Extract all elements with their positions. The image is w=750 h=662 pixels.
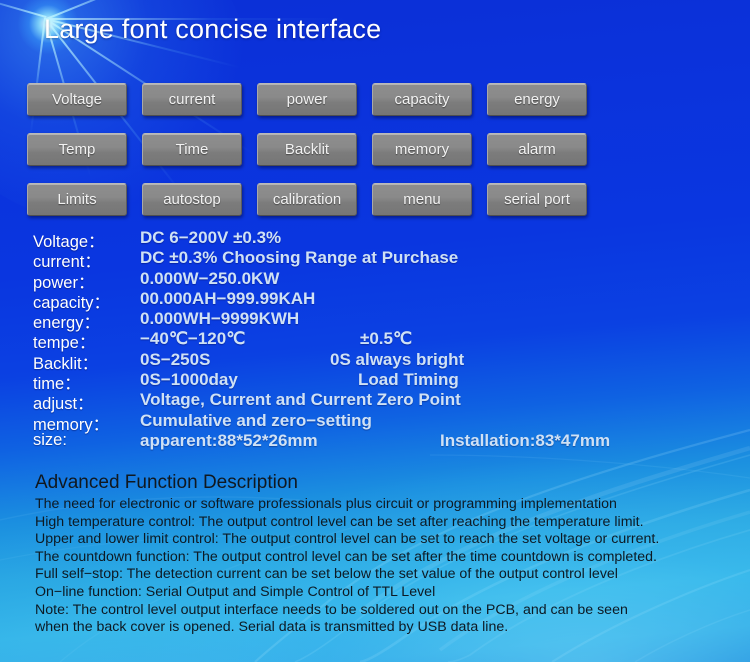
- button-voltage[interactable]: Voltage: [27, 83, 127, 116]
- spec-value: −40℃−120℃: [140, 329, 246, 349]
- button-time[interactable]: Time: [142, 133, 242, 166]
- spec-value: 00.000AH−999.99KAH: [140, 288, 316, 308]
- button-temp[interactable]: Temp: [27, 133, 127, 166]
- spec-value: 0.000WH−9999KWH: [140, 309, 300, 329]
- advanced-description-line: when the back cover is opened. Serial da…: [35, 619, 509, 636]
- product-info-banner: Large font concise interface Voltage curr…: [0, 0, 750, 662]
- specification-list: Voltage： DC 6−200V ±0.3% current： DC ±0.3% …: [33, 228, 733, 451]
- button-serial-port[interactable]: serial port: [487, 183, 587, 216]
- spec-row: size: apparent:88*52*26mm Installation:83*…: [33, 431, 733, 451]
- page-title: Large font concise interface: [44, 14, 382, 44]
- spec-value-secondary: 0S always bright: [330, 349, 465, 369]
- spec-label: size:: [33, 430, 67, 449]
- spec-value-secondary: ±0.5℃: [360, 329, 413, 349]
- button-limits[interactable]: Limits: [27, 183, 127, 216]
- button-calibration[interactable]: calibration: [257, 183, 357, 216]
- advanced-description-line: Note: The control level output interface…: [35, 601, 628, 618]
- spec-value: 0.000W−250.0KW: [140, 268, 280, 288]
- button-backlit[interactable]: Backlit: [257, 133, 357, 166]
- spec-value-secondary: Load Timing: [358, 370, 459, 390]
- button-alarm[interactable]: alarm: [487, 133, 587, 166]
- spec-row: capacity： 00.000AH−999.99KAH: [33, 288, 733, 312]
- spec-value: Cumulative and zero−setting: [140, 410, 372, 430]
- spec-row: power： 0.000W−250.0KW: [33, 268, 733, 292]
- button-power[interactable]: power: [257, 83, 357, 116]
- spec-row: memory： Cumulative and zero−setting: [33, 410, 733, 434]
- spec-row: Backlit： 0S−250S 0S always bright: [33, 349, 733, 373]
- button-autostop[interactable]: autostop: [142, 183, 242, 216]
- button-capacity[interactable]: capacity: [372, 83, 472, 116]
- advanced-description-line: Full self−stop: The detection current ca…: [35, 566, 618, 583]
- spec-value: DC ±0.3% Choosing Range at Purchase: [140, 248, 459, 268]
- advanced-description-line: The need for electronic or software prof…: [35, 496, 617, 512]
- button-menu[interactable]: menu: [372, 183, 472, 216]
- button-current[interactable]: current: [142, 83, 242, 116]
- spec-value: Voltage, Current and Current Zero Point: [140, 390, 461, 410]
- spec-value: 0S−1000day: [140, 370, 238, 390]
- spec-row: time： 0S−1000day Load Timing: [33, 370, 733, 393]
- advanced-description-line: On−line function: Serial Output and Simp…: [35, 583, 436, 600]
- advanced-description-line: The countdown function: The output contr…: [35, 548, 657, 565]
- advanced-description-line: High temperature control: The output con…: [35, 513, 644, 530]
- spec-row: energy： 0.000WH−9999KWH: [33, 309, 733, 332]
- spec-row: adjust： Voltage, Current and Current Zero…: [33, 390, 733, 413]
- advanced-description-line: Upper and lower limit control: The outpu…: [35, 531, 660, 548]
- spec-value-secondary: Installation:83*47mm: [440, 430, 611, 450]
- button-memory[interactable]: memory: [372, 133, 472, 166]
- spec-value: apparent:88*52*26mm: [140, 430, 318, 450]
- spec-value: DC 6−200V ±0.3%: [140, 228, 282, 247]
- spec-row: current： DC ±0.3% Choosing Range at Purch…: [33, 248, 733, 271]
- spec-row: Voltage： DC 6−200V ±0.3%: [33, 228, 733, 251]
- spec-value: 0S−250S: [140, 349, 211, 369]
- spec-row: tempe： −40℃−120℃ ±0.5℃: [33, 329, 733, 352]
- button-energy[interactable]: energy: [487, 83, 587, 116]
- advanced-section-title: Advanced Function Description: [35, 472, 298, 493]
- advanced-function-section: Advanced Function Description The need f…: [35, 472, 745, 637]
